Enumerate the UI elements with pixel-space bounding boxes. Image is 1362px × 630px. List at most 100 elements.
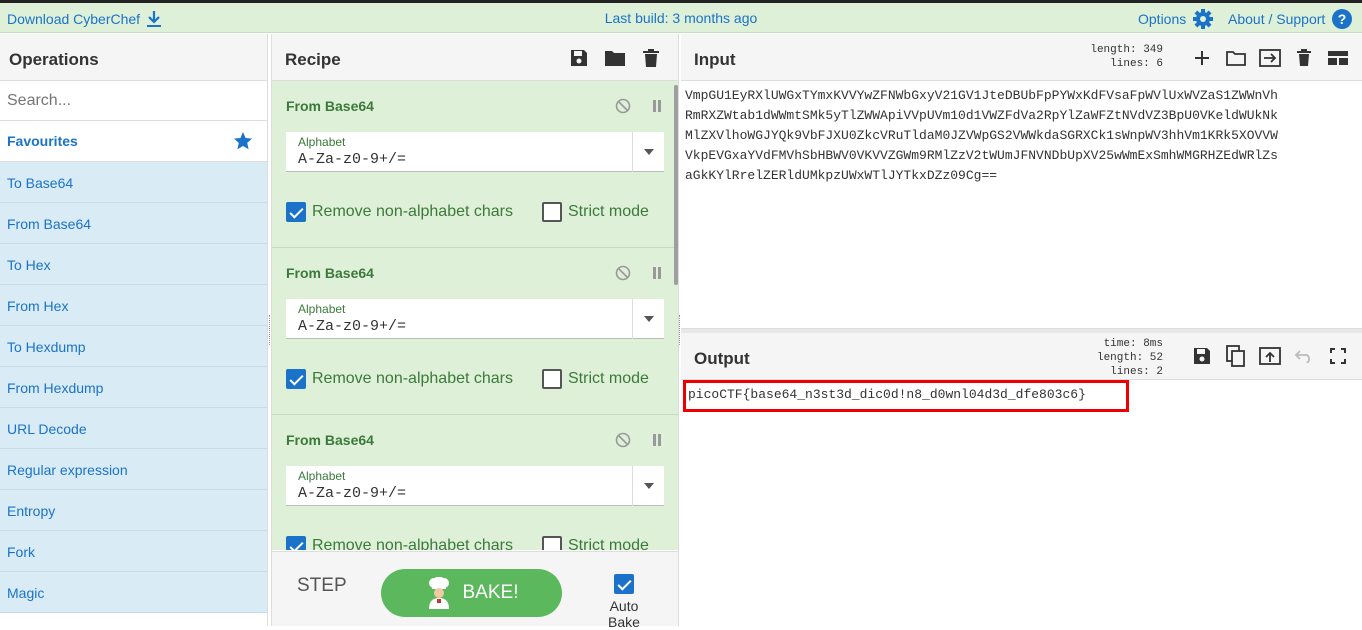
strict-mode-checkbox[interactable]: Strict mode <box>542 369 649 389</box>
top-banner: Download CyberChef Last build: 3 months … <box>0 3 1362 33</box>
strict-mode-checkbox[interactable]: Strict mode <box>542 202 649 222</box>
help-icon: ? <box>1331 8 1353 30</box>
output-length: 52 <box>1149 352 1163 364</box>
about-support-button[interactable]: About / Support ? <box>1228 8 1353 30</box>
io-panel: Input length: 349 lines: 6 VmpGU1EyRXlUW… <box>681 34 1362 626</box>
dropdown-caret-icon[interactable] <box>632 132 664 172</box>
output-text[interactable]: picoCTF{base64_n3st3d_dic0d!n8_d0wnl04d3… <box>683 380 1129 412</box>
alphabet-select[interactable]: Alphabet A-Za-z0-9+/= <box>286 466 664 506</box>
operation-item[interactable]: To Hexdump <box>0 326 267 367</box>
op-controls <box>612 262 668 284</box>
dropdown-caret-icon[interactable] <box>632 299 664 339</box>
operations-list: To Base64 From Base64 To Hex From Hex To… <box>0 162 267 613</box>
remove-non-alphabet-checkbox[interactable]: Remove non-alphabet chars <box>286 202 513 222</box>
breakpoint-pause-icon[interactable] <box>646 429 668 451</box>
breakpoint-pause-icon[interactable] <box>646 262 668 284</box>
recipe-op-from-base64: From Base64 Alphabet A-Za-z0-9+/= Remove… <box>272 81 678 248</box>
checkbox-checked[interactable] <box>286 369 306 389</box>
operation-item[interactable]: Regular expression <box>0 449 267 490</box>
strict-mode-checkbox[interactable]: Strict mode <box>542 536 649 550</box>
alphabet-label: Alphabet <box>298 302 346 316</box>
length-label: length: <box>1096 352 1144 364</box>
operation-item[interactable]: To Hex <box>0 244 267 285</box>
alphabet-label: Alphabet <box>298 135 346 149</box>
alphabet-select[interactable]: Alphabet A-Za-z0-9+/= <box>286 132 664 172</box>
search-input[interactable] <box>7 91 260 110</box>
add-tab-plus-icon[interactable] <box>1191 47 1213 69</box>
recipe-scrollbar[interactable] <box>674 85 678 285</box>
operation-item[interactable]: Entropy <box>0 490 267 531</box>
recipe-header: Recipe <box>272 34 678 81</box>
open-folder-icon[interactable] <box>1225 47 1247 69</box>
disable-op-icon[interactable] <box>612 262 634 284</box>
options-button[interactable]: Options <box>1138 8 1214 30</box>
checkbox-label: Strict mode <box>568 370 649 387</box>
download-label: Download CyberChef <box>7 11 141 27</box>
input-stats: length: 349 lines: 6 <box>1081 43 1163 71</box>
alphabet-select[interactable]: Alphabet A-Za-z0-9+/= <box>286 299 664 339</box>
replace-input-with-output-icon[interactable] <box>1259 345 1281 367</box>
open-file-input-icon[interactable] <box>1259 47 1281 69</box>
copy-output-icon[interactable] <box>1225 345 1247 367</box>
clear-recipe-trash-icon[interactable] <box>640 47 662 69</box>
save-output-icon[interactable] <box>1191 345 1213 367</box>
checkbox-unchecked[interactable] <box>542 202 562 222</box>
checkbox-label: Remove non-alphabet chars <box>312 537 514 550</box>
disable-op-icon[interactable] <box>612 95 634 117</box>
operation-item[interactable]: From Hexdump <box>0 367 267 408</box>
bake-button[interactable]: BAKE! <box>381 569 562 617</box>
input-textarea[interactable]: VmpGU1EyRXlUWGxTYmxKVVYwZFNWbGxyV21GV1Jt… <box>681 82 1362 328</box>
auto-bake-label: Auto Bake <box>608 598 640 630</box>
reset-layout-icon[interactable] <box>1327 47 1349 69</box>
output-time: 8ms <box>1143 338 1163 350</box>
clear-input-trash-icon[interactable] <box>1293 47 1315 69</box>
output-header: Output time: 8ms length: 52 lines: 2 <box>681 333 1362 380</box>
disable-op-icon[interactable] <box>612 429 634 451</box>
checkbox-label: Strict mode <box>568 537 649 550</box>
save-recipe-icon[interactable] <box>568 47 590 69</box>
auto-bake-checkbox[interactable] <box>614 574 634 594</box>
checkbox-unchecked[interactable] <box>542 369 562 389</box>
alphabet-value: A-Za-z0-9+/= <box>298 318 407 335</box>
undo-icon[interactable] <box>1293 345 1315 367</box>
star-icon[interactable] <box>233 131 253 151</box>
recipe-op-from-base64: From Base64 Alphabet A-Za-z0-9+/= Remove… <box>272 415 678 550</box>
lines-label: lines: <box>1110 366 1150 378</box>
recipe-op-title: From Base64 <box>286 432 374 448</box>
operation-item[interactable]: URL Decode <box>0 408 267 449</box>
input-title: Input <box>694 50 736 69</box>
output-stats: time: 8ms length: 52 lines: 2 <box>1061 337 1163 379</box>
operation-item[interactable]: Magic <box>0 572 267 613</box>
load-recipe-folder-icon[interactable] <box>604 47 626 69</box>
op-controls <box>612 429 668 451</box>
recipe-op-title: From Base64 <box>286 265 374 281</box>
operations-search <box>0 81 267 121</box>
alphabet-label: Alphabet <box>298 469 346 483</box>
output-lines: 2 <box>1156 366 1163 378</box>
recipe-operations-list: From Base64 Alphabet A-Za-z0-9+/= Remove… <box>272 81 678 550</box>
auto-bake-toggle[interactable]: Auto Bake <box>592 574 656 630</box>
output-area: picoCTF{base64_n3st3d_dic0d!n8_d0wnl04d3… <box>681 380 1362 626</box>
operation-item[interactable]: From Hex <box>0 285 267 326</box>
operation-item[interactable]: From Base64 <box>0 203 267 244</box>
checkbox-checked[interactable] <box>286 202 306 222</box>
remove-non-alphabet-checkbox[interactable]: Remove non-alphabet chars <box>286 536 513 550</box>
operation-item[interactable]: To Base64 <box>0 162 267 203</box>
alphabet-value: A-Za-z0-9+/= <box>298 151 407 168</box>
favourites-label: Favourites <box>7 133 78 149</box>
input-header: Input length: 349 lines: 6 <box>681 34 1362 81</box>
step-button[interactable]: STEP <box>297 575 347 597</box>
dropdown-caret-icon[interactable] <box>632 466 664 506</box>
operation-item[interactable]: Fork <box>0 531 267 572</box>
breakpoint-pause-icon[interactable] <box>646 95 668 117</box>
checkbox-label: Strict mode <box>568 203 649 220</box>
lines-label: lines: <box>1110 58 1150 70</box>
checkbox-unchecked[interactable] <box>542 536 562 550</box>
maximise-output-icon[interactable] <box>1327 345 1349 367</box>
checkbox-checked[interactable] <box>286 536 306 550</box>
alphabet-value: A-Za-z0-9+/= <box>298 485 407 502</box>
download-cyberchef-link[interactable]: Download CyberChef <box>7 10 162 28</box>
length-label: length: <box>1090 44 1137 56</box>
remove-non-alphabet-checkbox[interactable]: Remove non-alphabet chars <box>286 369 513 389</box>
favourites-header[interactable]: Favourites <box>0 121 267 162</box>
